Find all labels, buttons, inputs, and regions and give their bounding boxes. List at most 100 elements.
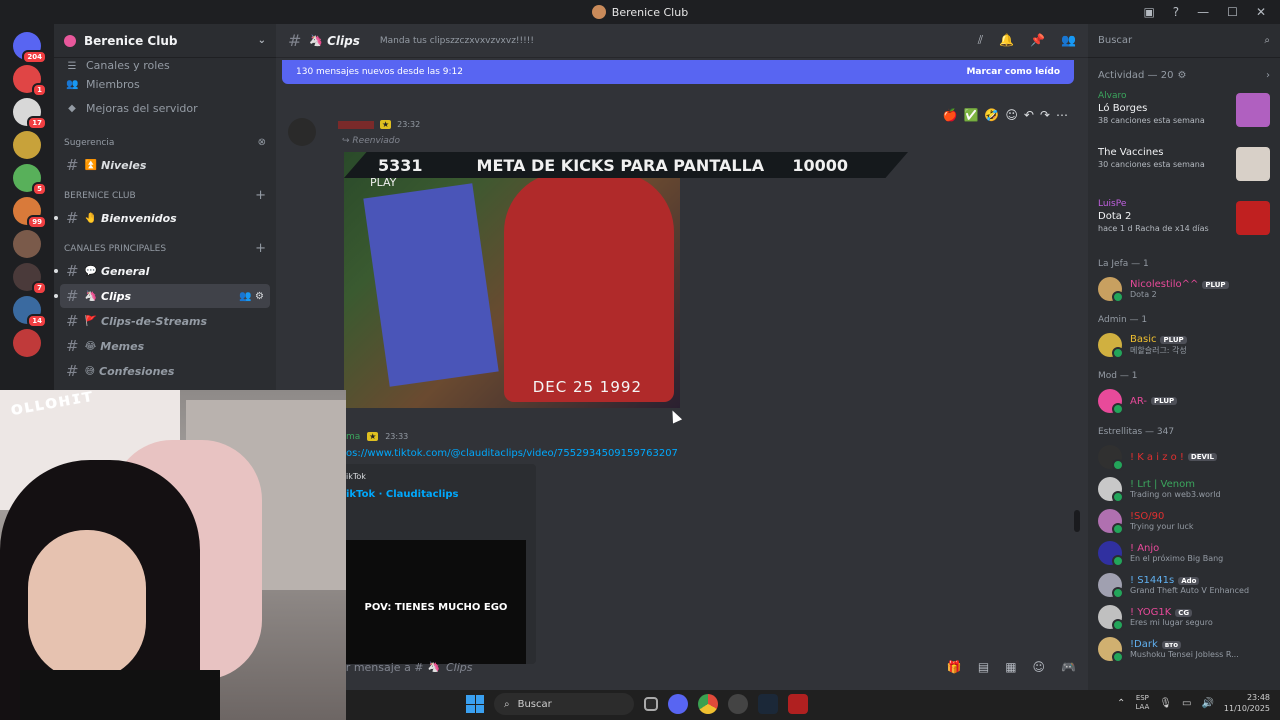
gear-icon[interactable]: ⚙ <box>1177 70 1186 81</box>
category-berenice-club[interactable]: BERENICE CLUB + <box>54 183 276 205</box>
member-item[interactable]: ! Lrt | Venom Trading on web3.world <box>1088 473 1280 505</box>
tiktok-link[interactable]: os://www.tiktok.com/@clauditaclips/video… <box>346 448 678 459</box>
nav-members[interactable]: 👥 Miembros <box>54 72 276 96</box>
dismiss-icon[interactable]: ⊗ <box>258 138 266 148</box>
channel-confesiones[interactable]: # 😅 Confesiones <box>60 359 270 383</box>
chevron-down-icon: ⌄ <box>257 35 266 46</box>
activity-card[interactable]: LuisPe Dota 2 hace 1 d Racha de x14 días <box>1088 195 1280 249</box>
nav-channels-roles[interactable]: ☰ Canales y roles <box>54 58 276 72</box>
server-icon[interactable]: 204 <box>13 32 47 64</box>
gif-icon[interactable]: ▤ <box>978 660 989 674</box>
member-group-header: Admin — 1 <box>1088 305 1280 329</box>
member-name: ! YOG1K <box>1130 607 1172 618</box>
microphone-icon[interactable]: 🎙 <box>1159 698 1172 709</box>
search-input[interactable]: Buscar ⌕ <box>1088 24 1280 58</box>
gift-icon[interactable]: 🎁 <box>947 660 962 674</box>
new-messages-bar[interactable]: 130 mensajes nuevos desde las 9:12 Marca… <box>282 60 1074 84</box>
mark-as-read-button[interactable]: Marcar como leído <box>966 67 1060 77</box>
server-header[interactable]: Berenice Club ⌄ <box>54 24 276 58</box>
minimize-button[interactable]: — <box>1197 5 1209 19</box>
username-redacted[interactable] <box>338 120 374 129</box>
threads-icon[interactable]: ⫽ <box>978 33 983 48</box>
channel-niveles[interactable]: # ⏫ Niveles <box>60 153 270 177</box>
server-icon[interactable]: 14 <box>13 296 47 328</box>
close-button[interactable]: ✕ <box>1256 5 1266 19</box>
member-item[interactable]: !SO/90 Trying your luck <box>1088 505 1280 537</box>
emoji-icon[interactable]: ☺ <box>1033 660 1046 674</box>
chrome-app-icon[interactable] <box>698 694 718 714</box>
server-icon[interactable]: 7 <box>13 263 47 295</box>
reply-icon[interactable]: ↶ <box>1024 108 1034 122</box>
add-channel-icon[interactable]: + <box>255 242 266 255</box>
member-item[interactable]: ! Anjo En el próximo Big Bang <box>1088 537 1280 569</box>
server-icon[interactable]: 99 <box>13 197 47 229</box>
activity-card[interactable]: Alvaro Ló Borges 38 canciones esta semana <box>1088 87 1280 141</box>
embed-thumbnail[interactable]: POV: TIENES MUCHO EGO <box>346 540 526 664</box>
chevron-right-icon[interactable]: › <box>1266 70 1270 81</box>
language-indicator[interactable]: ESP LAA <box>1135 694 1149 712</box>
inbox-icon[interactable]: ▣ <box>1143 5 1154 19</box>
member-tag: DEVIL <box>1187 453 1217 461</box>
channel-clips-de-streams[interactable]: # 🚩 Clips-de-Streams <box>60 309 270 333</box>
add-reaction-icon[interactable]: ☺ <box>1005 108 1018 122</box>
forward-icon[interactable]: ↷ <box>1040 108 1050 122</box>
server-icon[interactable]: 17 <box>13 98 47 130</box>
member-item[interactable]: ! K a i z o ! DEVIL <box>1088 441 1280 473</box>
add-channel-icon[interactable]: + <box>255 189 266 202</box>
maximize-button[interactable]: ☐ <box>1227 5 1238 19</box>
category-canales-principales[interactable]: CANALES PRINCIPALES + <box>54 236 276 258</box>
nav-server-boosts[interactable]: ◆ Mejoras del servidor <box>54 96 276 120</box>
video-attachment[interactable]: PLAY DEC 25 1992 <box>344 152 680 408</box>
channel-settings-icon[interactable]: 👥 ⚙ <box>239 291 264 302</box>
apps-icon[interactable]: 🎮 <box>1061 660 1076 674</box>
server-icon[interactable]: 5 <box>13 164 47 196</box>
task-view-icon[interactable] <box>644 697 658 711</box>
new-messages-text: 130 mensajes nuevos desde las 9:12 <box>296 67 463 77</box>
member-item[interactable]: Nicolestilo^^ PLUP Dota 2 <box>1088 273 1280 305</box>
channel-emoji: 😂 <box>84 340 97 352</box>
check-reaction-icon[interactable]: ✅ <box>963 108 978 122</box>
member-item[interactable]: AR- PLUP <box>1088 385 1280 417</box>
members-list-icon[interactable]: 👥 <box>1061 33 1076 48</box>
username[interactable]: ma <box>346 432 360 442</box>
member-item[interactable]: !Dark вто Mushoku Tensei Jobless R... <box>1088 633 1280 665</box>
sticker-icon[interactable]: ▦ <box>1005 660 1016 674</box>
message-input[interactable]: iar mensaje a # 🦄 Clips 🎁 ▤ ▦ ☺ 🎮 <box>336 652 1076 682</box>
help-icon[interactable]: ? <box>1173 5 1179 19</box>
steam-app-icon[interactable] <box>758 694 778 714</box>
windows-start-icon[interactable] <box>466 695 484 713</box>
more-icon[interactable]: ⋯ <box>1056 108 1068 122</box>
server-icon[interactable] <box>13 329 41 357</box>
discord-app-icon[interactable] <box>668 694 688 714</box>
avatar[interactable] <box>288 118 316 146</box>
taskbar-clock[interactable]: 23:48 11/10/2025 <box>1224 692 1270 714</box>
dota-app-icon[interactable] <box>788 694 808 714</box>
chevron-up-icon[interactable]: ⌃ <box>1117 698 1125 709</box>
pin-icon[interactable]: 📌 <box>1030 33 1045 48</box>
avatar <box>1098 637 1124 663</box>
taskbar-search[interactable]: ⌕ Buscar <box>494 693 634 715</box>
server-icon[interactable] <box>13 131 41 159</box>
reaction-icon[interactable]: 🍎 <box>943 108 958 122</box>
network-icon[interactable]: ▭ <box>1182 698 1191 709</box>
channel-clips[interactable]: # 🦄 Clips 👥 ⚙ <box>54 284 270 308</box>
laugh-reaction-icon[interactable]: 🤣 <box>984 108 999 122</box>
activity-card[interactable]: The Vaccines 30 canciones esta semana <box>1088 141 1280 195</box>
channel-memes[interactable]: # 😂 Memes <box>60 334 270 358</box>
activity-header[interactable]: Actividad — 20 ⚙ › <box>1088 58 1280 87</box>
channel-bienvenidos[interactable]: # 🤚 Bienvenidos <box>54 206 270 230</box>
server-icon[interactable]: 1 <box>13 65 47 97</box>
obs-app-icon[interactable] <box>728 694 748 714</box>
member-item[interactable]: Basic PLUP 메할슬러그: 각성 <box>1088 329 1280 361</box>
channel-topic[interactable]: Manda tus clipszzczxvxvzvxvz!!!!! <box>380 36 534 46</box>
bell-icon[interactable]: 🔔 <box>999 33 1014 48</box>
channel-general[interactable]: # 💬 General <box>54 259 270 283</box>
group-title: Mod — 1 <box>1098 371 1138 381</box>
scrollbar[interactable] <box>1074 510 1080 532</box>
embed-title[interactable]: ikTok · Clauditaclips <box>346 489 536 500</box>
channel-name: Clips-de-Streams <box>101 314 208 328</box>
member-item[interactable]: ! YOG1K CG Eres mi lugar seguro <box>1088 601 1280 633</box>
member-item[interactable]: ! S1441s Ado Grand Theft Auto V Enhanced <box>1088 569 1280 601</box>
volume-icon[interactable]: 🔊 <box>1201 698 1213 709</box>
server-icon[interactable] <box>13 230 41 258</box>
